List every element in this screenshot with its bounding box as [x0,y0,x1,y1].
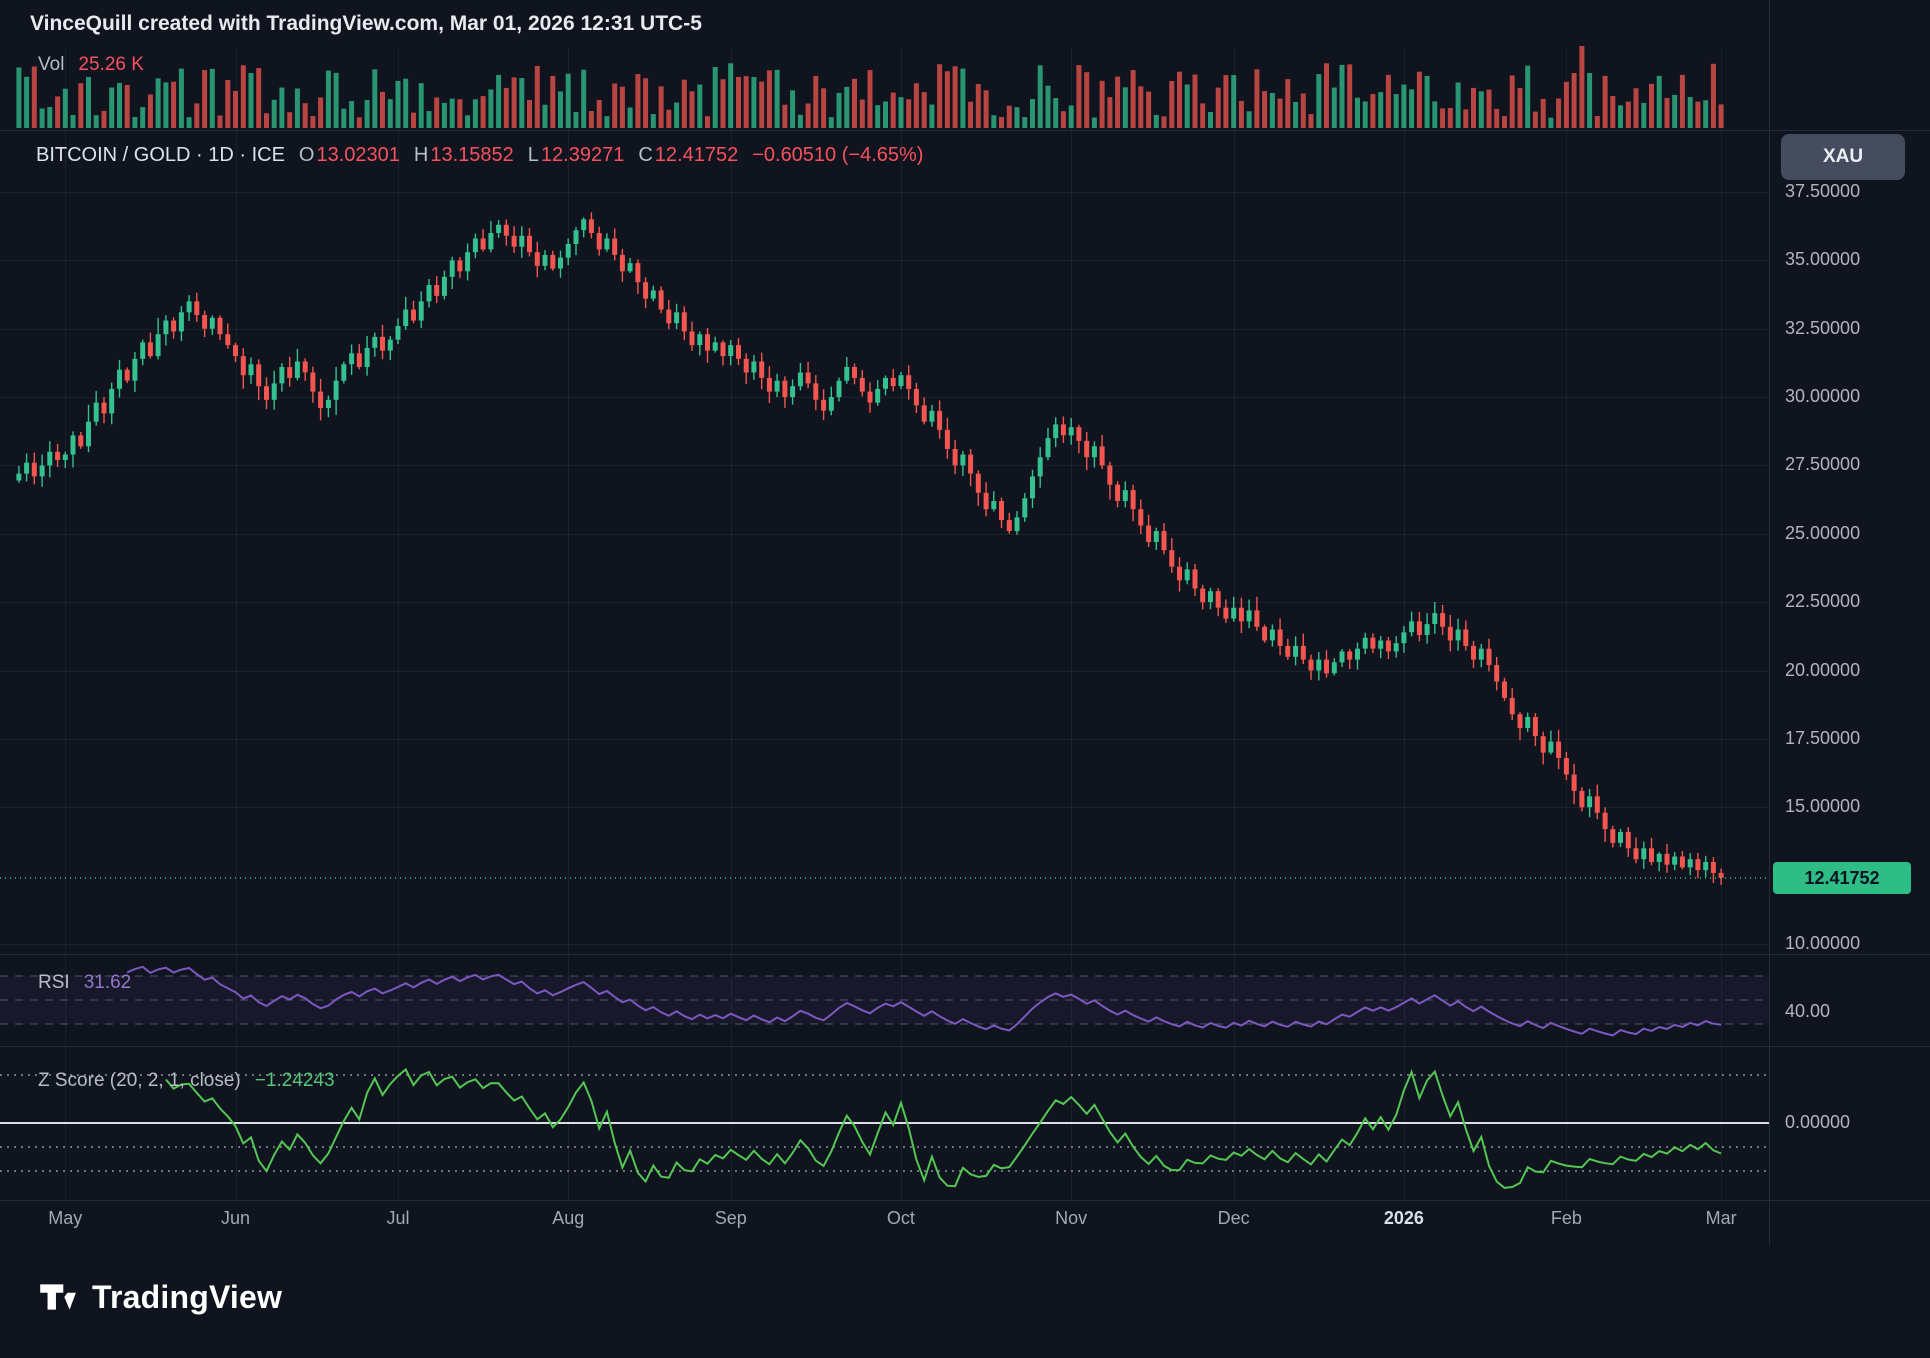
price-tick-label: 22.50000 [1785,591,1860,612]
price-tick-label: 37.50000 [1785,181,1860,202]
time-tick-label: Feb [1526,1208,1606,1229]
volume-legend: Vol 25.26 K [38,54,144,76]
tradingview-logo-icon [36,1276,78,1318]
time-tick-label: Oct [861,1208,941,1229]
attribution-text: VinceQuill created with TradingView.com,… [30,12,702,36]
volume-value: 25.26 K [78,54,144,76]
price-tick-label: 30.00000 [1785,386,1860,407]
time-tick-label: Jun [196,1208,276,1229]
price-tick-label: 35.00000 [1785,249,1860,270]
price-tick-label: 27.50000 [1785,454,1860,475]
rsi-axis-label: 40.00 [1785,1001,1830,1022]
time-tick-label: Dec [1194,1208,1274,1229]
ohlc-high: H13.15852 [414,144,514,167]
zscore-value: −1.24243 [255,1070,335,1092]
footer-brand: TradingView [36,1276,282,1318]
price-tick-label: 15.00000 [1785,796,1860,817]
price-tick-label: 32.50000 [1785,318,1860,339]
symbol-legend: BITCOIN / GOLD · 1D · ICE O13.02301 H13.… [36,144,923,167]
rsi-legend: RSI 31.62 [38,972,131,994]
ohlc-close: C12.41752 [638,144,738,167]
time-axis[interactable]: May Jun Jul Aug Sep Oct Nov Dec 2026 Feb Mar [0,1200,1769,1248]
time-tick-label: Jul [358,1208,438,1229]
time-tick-label: Mar [1681,1208,1761,1229]
chart-plot-area[interactable] [0,0,1930,1358]
change-value: −0.60510 (−4.65%) [752,144,923,167]
price-tick-label: 20.00000 [1785,660,1860,681]
time-tick-label: Aug [528,1208,608,1229]
brand-name: TradingView [92,1279,282,1316]
rsi-value: 31.62 [84,972,132,994]
price-tick-label: 17.50000 [1785,728,1860,749]
price-tick-label: 10.00000 [1785,933,1860,954]
volume-label: Vol [38,54,64,76]
zscore-label: Z Score (20, 2, 1, close) [38,1070,241,1092]
time-tick-label: May [25,1208,105,1229]
last-price-badge: 12.41752 [1773,862,1911,894]
time-tick-label: Sep [691,1208,771,1229]
time-tick-label: 2026 [1364,1208,1444,1229]
zscore-legend: Z Score (20, 2, 1, close) −1.24243 [38,1070,335,1092]
rsi-label: RSI [38,972,70,994]
price-tick-label: 25.00000 [1785,523,1860,544]
symbol-title[interactable]: BITCOIN / GOLD · 1D · ICE [36,144,285,167]
time-tick-label: Nov [1031,1208,1111,1229]
tradingview-chart: VinceQuill created with TradingView.com,… [0,0,1930,1358]
ohlc-open: O13.02301 [299,144,400,167]
ohlc-low: L12.39271 [528,144,625,167]
price-axis[interactable]: 37.50000 35.00000 32.50000 30.00000 27.50000… [1769,0,1930,1245]
zscore-axis-label: 0.00000 [1785,1112,1850,1133]
